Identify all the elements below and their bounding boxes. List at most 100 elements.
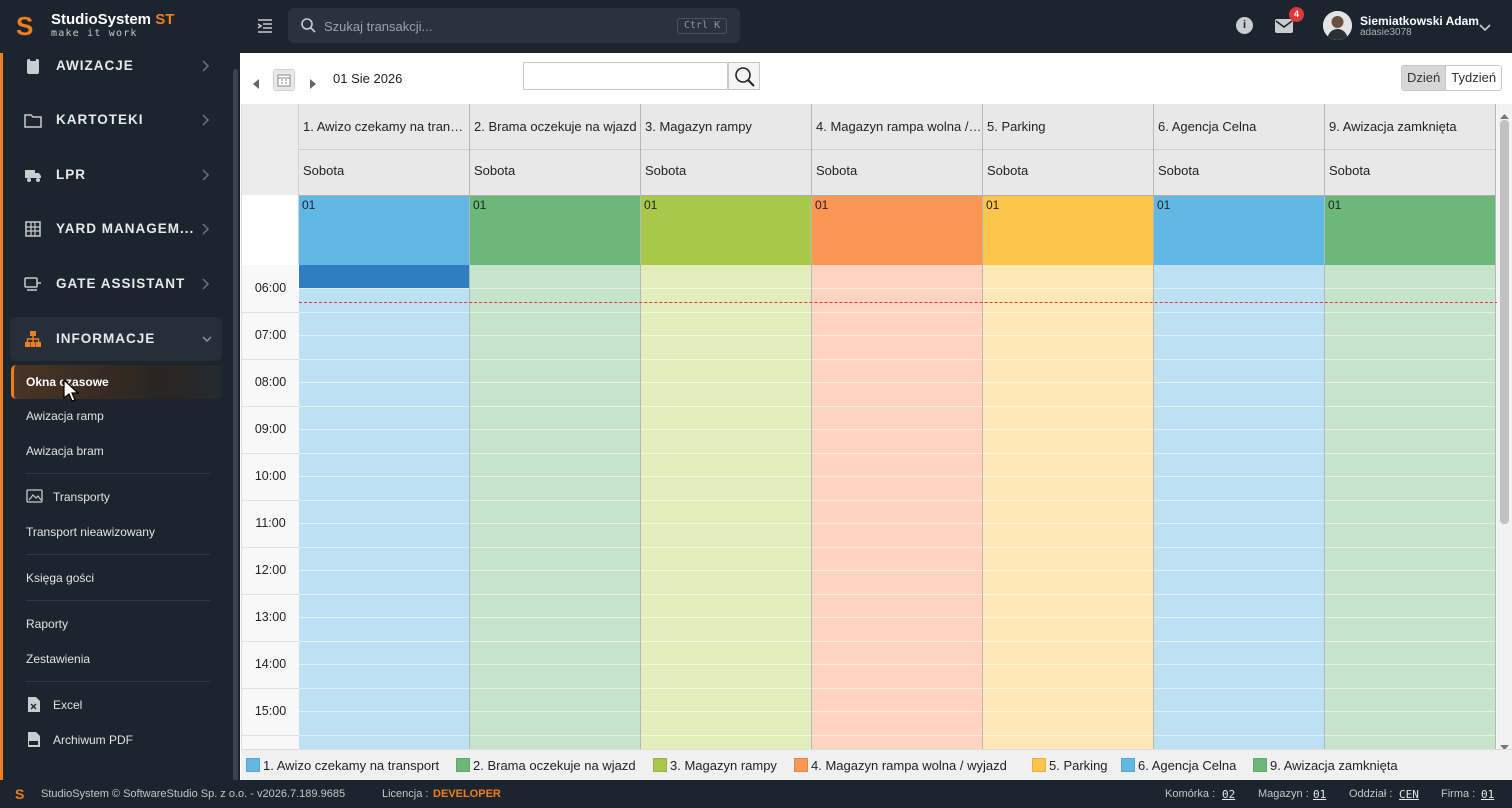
slot-divider	[470, 311, 640, 313]
menu-toggle-icon[interactable]	[255, 16, 275, 36]
calendar-search-input[interactable]	[523, 62, 728, 90]
time-slots[interactable]	[983, 265, 1153, 749]
allday-cell[interactable]: 01	[470, 195, 640, 265]
sidebar-subitem-raporty[interactable]: Raporty	[26, 617, 68, 631]
column-title[interactable]: 6. Agencja Celna	[1154, 104, 1324, 150]
legend-item: 9. Awizacja zamknięta	[1253, 758, 1398, 773]
slot-divider	[812, 687, 982, 689]
column-title[interactable]: 5. Parking	[983, 104, 1153, 150]
sidebar-subitem-zestawienia[interactable]: Zestawienia	[26, 652, 90, 666]
slot-divider	[1325, 546, 1495, 548]
allday-cell[interactable]: 01	[299, 195, 469, 265]
calendar-event[interactable]	[299, 265, 469, 288]
slot-divider	[812, 288, 982, 289]
slot-divider	[812, 452, 982, 454]
allday-cell[interactable]: 01	[983, 195, 1153, 265]
slot-divider	[1325, 523, 1495, 524]
slot-divider	[641, 452, 811, 454]
legend-label: 4. Magazyn rampa wolna / wyjazd	[811, 758, 1007, 773]
sidebar-scrollbar[interactable]	[233, 69, 238, 780]
slot-divider	[1154, 664, 1324, 665]
slot-divider	[1154, 452, 1324, 454]
sidebar-item-informacje[interactable]: INFORMACJE	[10, 317, 222, 361]
slot-divider	[1154, 640, 1324, 642]
slot-divider	[983, 311, 1153, 313]
calendar-icon[interactable]	[273, 69, 295, 91]
time-slots[interactable]	[299, 265, 469, 749]
sidebar-item-gate-assistant[interactable]: GATE ASSISTANT	[10, 262, 222, 306]
file-excel-icon	[27, 696, 41, 716]
slot-divider	[1325, 288, 1495, 289]
legend-item: 4. Magazyn rampa wolna / wyjazd	[794, 758, 1007, 773]
sidebar-subitem-awizacja-bram[interactable]: Awizacja bram	[26, 444, 104, 458]
allday-cell[interactable]: 01	[1154, 195, 1324, 265]
slot-divider	[470, 476, 640, 477]
column-title[interactable]: 2. Brama oczekuje na wjazd	[470, 104, 640, 150]
time-slots[interactable]	[1154, 265, 1324, 749]
app-title: StudioSystem ST	[51, 11, 174, 28]
footer-firma-label: Firma :	[1441, 788, 1476, 800]
legend-swatch	[794, 758, 808, 772]
time-slots[interactable]	[1325, 265, 1495, 749]
column-title[interactable]: 3. Magazyn rampy	[641, 104, 811, 150]
column-day: Sobota	[299, 150, 469, 195]
time-slots[interactable]	[812, 265, 982, 749]
chevron-down-icon[interactable]	[1478, 20, 1492, 38]
search-input[interactable]	[324, 16, 654, 36]
column-title[interactable]: 9. Awizacja zamknięta	[1325, 104, 1495, 150]
prev-day-button[interactable]	[253, 76, 261, 94]
chevron-right-icon	[200, 59, 210, 78]
sidebar-subitem-ksiega-gosci[interactable]: Księga gości	[26, 571, 94, 585]
avatar[interactable]	[1323, 11, 1352, 40]
slot-divider	[812, 570, 982, 571]
legend-swatch	[1032, 758, 1046, 772]
slot-divider	[983, 593, 1153, 595]
column-title[interactable]: 4. Magazyn rampa wolna / wyjazd	[812, 104, 982, 150]
slot-divider	[1325, 711, 1495, 712]
allday-cell[interactable]: 01	[641, 195, 811, 265]
sidebar-item-awizacje[interactable]: AWIZACJE	[10, 53, 222, 88]
calendar-column: 1. Awizo czekamy na transport Sobota 01	[299, 104, 470, 749]
sidebar-subitem-transport-nieawizowany[interactable]: Transport nieawizowany	[26, 525, 155, 539]
calendar-scrollbar[interactable]	[1497, 104, 1512, 750]
time-gutter-header	[242, 104, 299, 195]
mail-icon[interactable]	[1275, 19, 1293, 38]
sidebar-item-label: GATE ASSISTANT	[56, 276, 186, 291]
scrollbar-thumb[interactable]	[1500, 120, 1509, 524]
allday-cell[interactable]: 01	[1325, 195, 1495, 265]
time-label: 10:00	[254, 469, 287, 483]
slot-divider	[1325, 405, 1495, 407]
slot-divider	[983, 570, 1153, 571]
search-bar[interactable]: Ctrl K	[288, 8, 740, 43]
brand-suffix: ST	[155, 11, 175, 28]
current-date: 01 Sie 2026	[333, 71, 403, 86]
user-name: Siemiatkowski Adam	[1360, 14, 1479, 28]
allday-cell[interactable]: 01	[812, 195, 982, 265]
gutter-divider	[242, 688, 299, 689]
slot-divider	[641, 664, 811, 665]
sidebar-subitem-awizacja-ramp[interactable]: Awizacja ramp	[26, 409, 104, 423]
clipboard-icon	[24, 57, 42, 75]
view-week-button[interactable]: Tydzień	[1446, 66, 1501, 90]
sidebar-item-kartoteki[interactable]: KARTOTEKI	[10, 98, 222, 142]
time-slots[interactable]	[470, 265, 640, 749]
slot-divider	[641, 711, 811, 712]
slot-divider	[1154, 476, 1324, 477]
column-title[interactable]: 1. Awizo czekamy na transport	[299, 104, 469, 150]
search-button[interactable]	[728, 62, 760, 90]
sidebar-item-lpr[interactable]: LPR	[10, 153, 222, 197]
slot-divider	[1325, 499, 1495, 501]
slot-divider	[299, 476, 469, 477]
info-icon[interactable]: i	[1236, 17, 1253, 34]
slot-divider	[812, 593, 982, 595]
gutter-divider	[242, 735, 299, 736]
time-slots[interactable]	[641, 265, 811, 749]
calendar-column: 6. Agencja Celna Sobota 01	[1154, 104, 1325, 749]
slot-divider	[299, 405, 469, 407]
next-day-button[interactable]	[308, 76, 316, 94]
sidebar-item-yard-management[interactable]: YARD MANAGEM...	[10, 207, 222, 251]
slot-divider	[1154, 382, 1324, 383]
legend-swatch	[1121, 758, 1135, 772]
slot-divider	[470, 640, 640, 642]
view-day-button[interactable]: Dzień	[1402, 66, 1447, 90]
